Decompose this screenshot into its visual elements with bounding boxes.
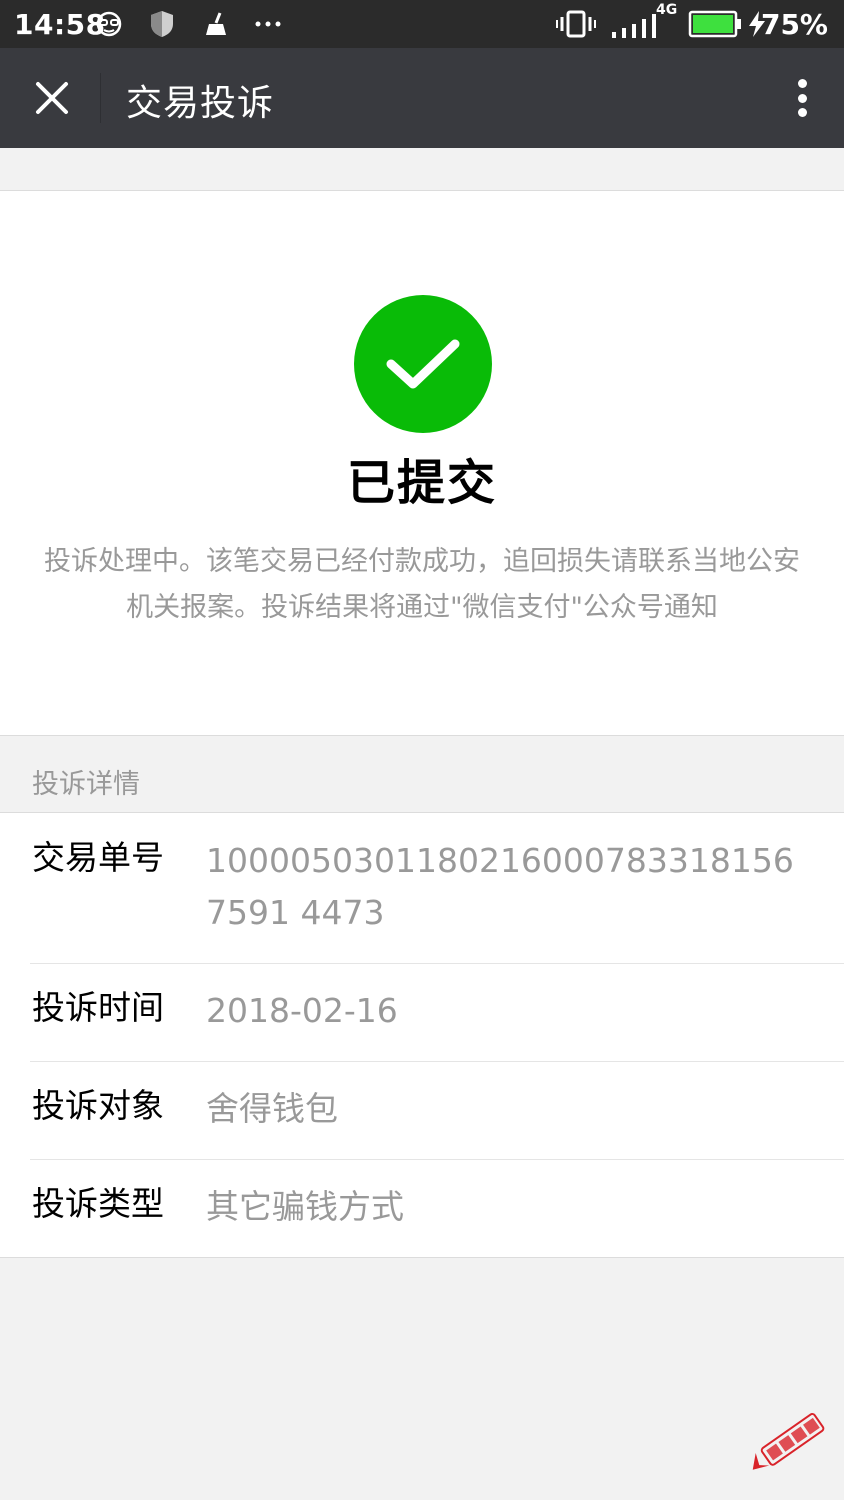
details-section-label: 投诉详情 bbox=[32, 769, 140, 800]
network-type: 4G bbox=[656, 2, 678, 18]
detail-row-complaint-target: 投诉对象 舍得钱包 bbox=[0, 1061, 844, 1160]
detail-row-complaint-type: 投诉类型 其它骗钱方式 bbox=[0, 1159, 844, 1257]
battery-icon bbox=[688, 8, 742, 40]
result-card: 已提交 投诉处理中。该笔交易已经付款成功，追回损失请联系当地公安机关报案。投诉结… bbox=[0, 190, 844, 736]
app-header: 交易投诉 bbox=[0, 48, 844, 148]
glasses-icon bbox=[94, 8, 124, 40]
watermark-logo bbox=[738, 1412, 834, 1476]
detail-row-order-number: 交易单号 10000503011802160007833181567591 44… bbox=[0, 813, 844, 964]
more-vertical-icon bbox=[797, 79, 807, 88]
detail-key: 投诉对象 bbox=[32, 1086, 164, 1125]
more-menu-button[interactable] bbox=[790, 74, 814, 122]
more-dots-icon bbox=[254, 8, 282, 40]
battery-percent: 75% bbox=[760, 8, 828, 41]
detail-value: 10000503011802160007833181567591 4473 bbox=[206, 841, 794, 932]
detail-key: 投诉时间 bbox=[32, 988, 164, 1027]
close-icon bbox=[36, 82, 68, 114]
result-title: 已提交 bbox=[346, 455, 497, 511]
result-description: 投诉处理中。该笔交易已经付款成功，追回损失请联系当地公安机关报案。投诉结果将通过… bbox=[44, 546, 800, 623]
detail-key: 投诉类型 bbox=[32, 1184, 164, 1223]
detail-value: 2018-02-16 bbox=[206, 991, 398, 1030]
status-bar: 14:58 4G 75% bbox=[0, 0, 844, 48]
broom-icon bbox=[204, 8, 230, 40]
detail-value: 其它骗钱方式 bbox=[206, 1187, 404, 1226]
detail-value: 舍得钱包 bbox=[206, 1089, 338, 1128]
details-list: 交易单号 10000503011802160007833181567591 44… bbox=[0, 812, 844, 1258]
check-circle-icon bbox=[354, 295, 492, 433]
status-time: 14:58 bbox=[14, 8, 106, 41]
vibrate-icon bbox=[556, 8, 596, 40]
close-button[interactable] bbox=[20, 66, 84, 130]
detail-key: 交易单号 bbox=[32, 838, 164, 877]
detail-row-complaint-time: 投诉时间 2018-02-16 bbox=[0, 963, 844, 1062]
page-title: 交易投诉 bbox=[126, 83, 275, 124]
shield-icon bbox=[148, 8, 176, 40]
header-divider bbox=[100, 73, 101, 123]
